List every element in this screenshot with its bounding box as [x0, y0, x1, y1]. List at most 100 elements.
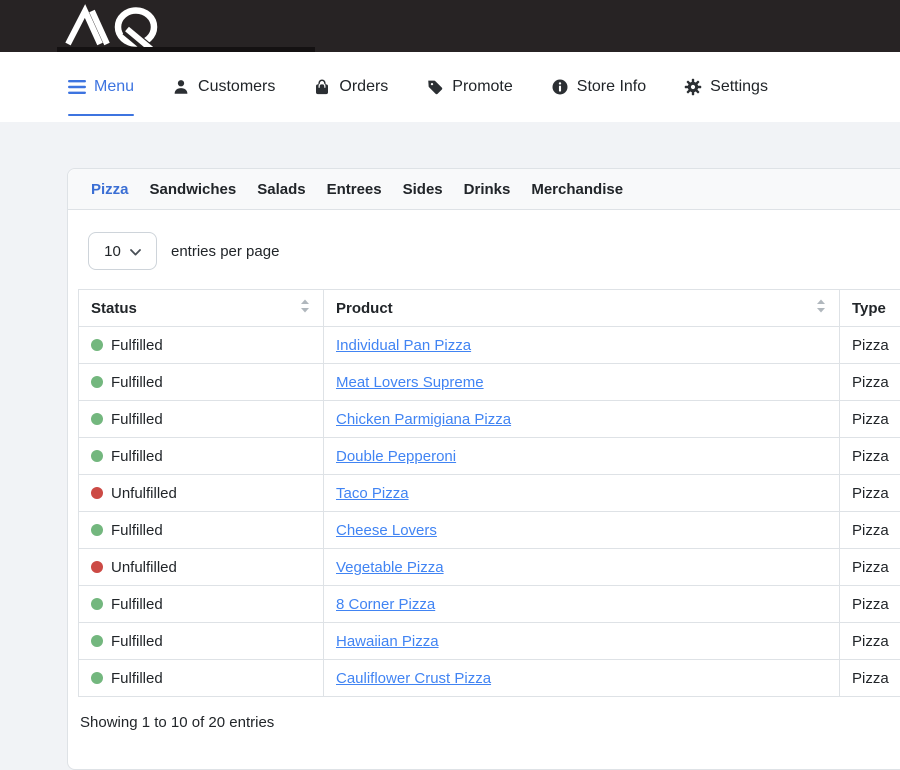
- status-dot-icon: [91, 450, 103, 462]
- type-cell: Pizza: [840, 623, 900, 660]
- table-row: Fulfilled Meat Lovers Supreme Pizza: [79, 364, 900, 401]
- table-row: Unfulfilled Taco Pizza Pizza: [79, 475, 900, 512]
- product-link[interactable]: Hawaiian Pizza: [336, 633, 439, 650]
- type-cell: Pizza: [840, 438, 900, 475]
- table-row: Fulfilled Cauliflower Crust Pizza Pizza: [79, 660, 900, 697]
- status-dot-icon: [91, 376, 103, 388]
- product-cell: Taco Pizza: [324, 475, 840, 512]
- product-link[interactable]: Vegetable Pizza: [336, 559, 444, 576]
- nav-item-orders[interactable]: Orders: [313, 52, 388, 122]
- tab-sides[interactable]: Sides: [403, 181, 443, 198]
- column-label: Type: [852, 300, 886, 317]
- status-cell: Fulfilled: [79, 401, 324, 438]
- page-size-row: 10 entries per page: [88, 232, 900, 270]
- top-app-bar: [0, 0, 900, 52]
- product-link[interactable]: 8 Corner Pizza: [336, 596, 435, 613]
- nav-label: Orders: [339, 78, 388, 96]
- category-tab-bar: Pizza Sandwiches Salads Entrees Sides Dr…: [68, 169, 900, 210]
- type-cell: Pizza: [840, 327, 900, 364]
- status-cell: Unfulfilled: [79, 475, 324, 512]
- product-cell: Meat Lovers Supreme: [324, 364, 840, 401]
- tab-sandwiches[interactable]: Sandwiches: [150, 181, 237, 198]
- product-link[interactable]: Taco Pizza: [336, 485, 409, 502]
- table-row: Unfulfilled Vegetable Pizza Pizza: [79, 549, 900, 586]
- aiq-logo: [64, 4, 176, 53]
- nav-label: Settings: [710, 78, 768, 96]
- gear-icon: [684, 78, 702, 96]
- table-row: Fulfilled Hawaiian Pizza Pizza: [79, 623, 900, 660]
- nav-label: Customers: [198, 78, 275, 96]
- type-cell: Pizza: [840, 475, 900, 512]
- product-cell: Cauliflower Crust Pizza: [324, 660, 840, 697]
- products-table: Status Product: [78, 289, 900, 697]
- status-dot-icon: [91, 524, 103, 536]
- product-link[interactable]: Double Pepperoni: [336, 448, 456, 465]
- status-dot-icon: [91, 672, 103, 684]
- sort-icon[interactable]: [299, 298, 311, 318]
- tab-merchandise[interactable]: Merchandise: [531, 181, 623, 198]
- status-label: Unfulfilled: [111, 485, 177, 502]
- status-label: Fulfilled: [111, 337, 163, 354]
- column-label: Product: [336, 300, 393, 317]
- status-label: Fulfilled: [111, 411, 163, 428]
- tab-drinks[interactable]: Drinks: [464, 181, 511, 198]
- product-cell: 8 Corner Pizza: [324, 586, 840, 623]
- hamburger-icon: [68, 80, 86, 94]
- nav-label: Menu: [94, 78, 134, 96]
- status-dot-icon: [91, 598, 103, 610]
- menu-card: Pizza Sandwiches Salads Entrees Sides Dr…: [67, 168, 900, 770]
- status-label: Fulfilled: [111, 522, 163, 539]
- product-cell: Hawaiian Pizza: [324, 623, 840, 660]
- type-cell: Pizza: [840, 549, 900, 586]
- product-link[interactable]: Meat Lovers Supreme: [336, 374, 484, 391]
- column-label: Status: [91, 300, 137, 317]
- status-dot-icon: [91, 413, 103, 425]
- nav-item-store-info[interactable]: Store Info: [551, 52, 646, 122]
- tab-pizza[interactable]: Pizza: [91, 181, 129, 198]
- status-cell: Fulfilled: [79, 623, 324, 660]
- nav-item-settings[interactable]: Settings: [684, 52, 768, 122]
- status-cell: Fulfilled: [79, 512, 324, 549]
- type-cell: Pizza: [840, 512, 900, 549]
- status-dot-icon: [91, 339, 103, 351]
- nav-item-menu[interactable]: Menu: [68, 52, 134, 122]
- page-size-value: 10: [104, 243, 121, 260]
- product-cell: Vegetable Pizza: [324, 549, 840, 586]
- column-header-status[interactable]: Status: [79, 290, 324, 327]
- table-row: Fulfilled Individual Pan Pizza Pizza: [79, 327, 900, 364]
- status-cell: Fulfilled: [79, 660, 324, 697]
- product-cell: Chicken Parmigiana Pizza: [324, 401, 840, 438]
- product-cell: Double Pepperoni: [324, 438, 840, 475]
- column-header-product[interactable]: Product: [324, 290, 840, 327]
- type-cell: Pizza: [840, 660, 900, 697]
- product-link[interactable]: Cauliflower Crust Pizza: [336, 670, 491, 687]
- status-label: Fulfilled: [111, 448, 163, 465]
- product-link[interactable]: Cheese Lovers: [336, 522, 437, 539]
- status-label: Fulfilled: [111, 596, 163, 613]
- table-row: Fulfilled 8 Corner Pizza Pizza: [79, 586, 900, 623]
- table-header-row: Status Product: [79, 290, 900, 327]
- entries-summary: Showing 1 to 10 of 20 entries: [80, 714, 900, 731]
- table-row: Fulfilled Double Pepperoni Pizza: [79, 438, 900, 475]
- type-cell: Pizza: [840, 586, 900, 623]
- nav-item-customers[interactable]: Customers: [172, 52, 275, 122]
- tab-entrees[interactable]: Entrees: [327, 181, 382, 198]
- status-dot-icon: [91, 487, 103, 499]
- tab-salads[interactable]: Salads: [257, 181, 305, 198]
- nav-label: Store Info: [577, 78, 646, 96]
- status-cell: Fulfilled: [79, 364, 324, 401]
- sort-icon[interactable]: [815, 298, 827, 318]
- column-header-type[interactable]: Type: [840, 290, 900, 327]
- type-cell: Pizza: [840, 364, 900, 401]
- type-cell: Pizza: [840, 401, 900, 438]
- nav-item-promote[interactable]: Promote: [426, 52, 512, 122]
- status-cell: Fulfilled: [79, 327, 324, 364]
- product-link[interactable]: Individual Pan Pizza: [336, 337, 471, 354]
- bag-icon: [313, 78, 331, 96]
- status-label: Fulfilled: [111, 633, 163, 650]
- status-label: Unfulfilled: [111, 559, 177, 576]
- status-dot-icon: [91, 561, 103, 573]
- product-link[interactable]: Chicken Parmigiana Pizza: [336, 411, 511, 428]
- page-size-select[interactable]: 10: [88, 232, 157, 270]
- product-cell: Individual Pan Pizza: [324, 327, 840, 364]
